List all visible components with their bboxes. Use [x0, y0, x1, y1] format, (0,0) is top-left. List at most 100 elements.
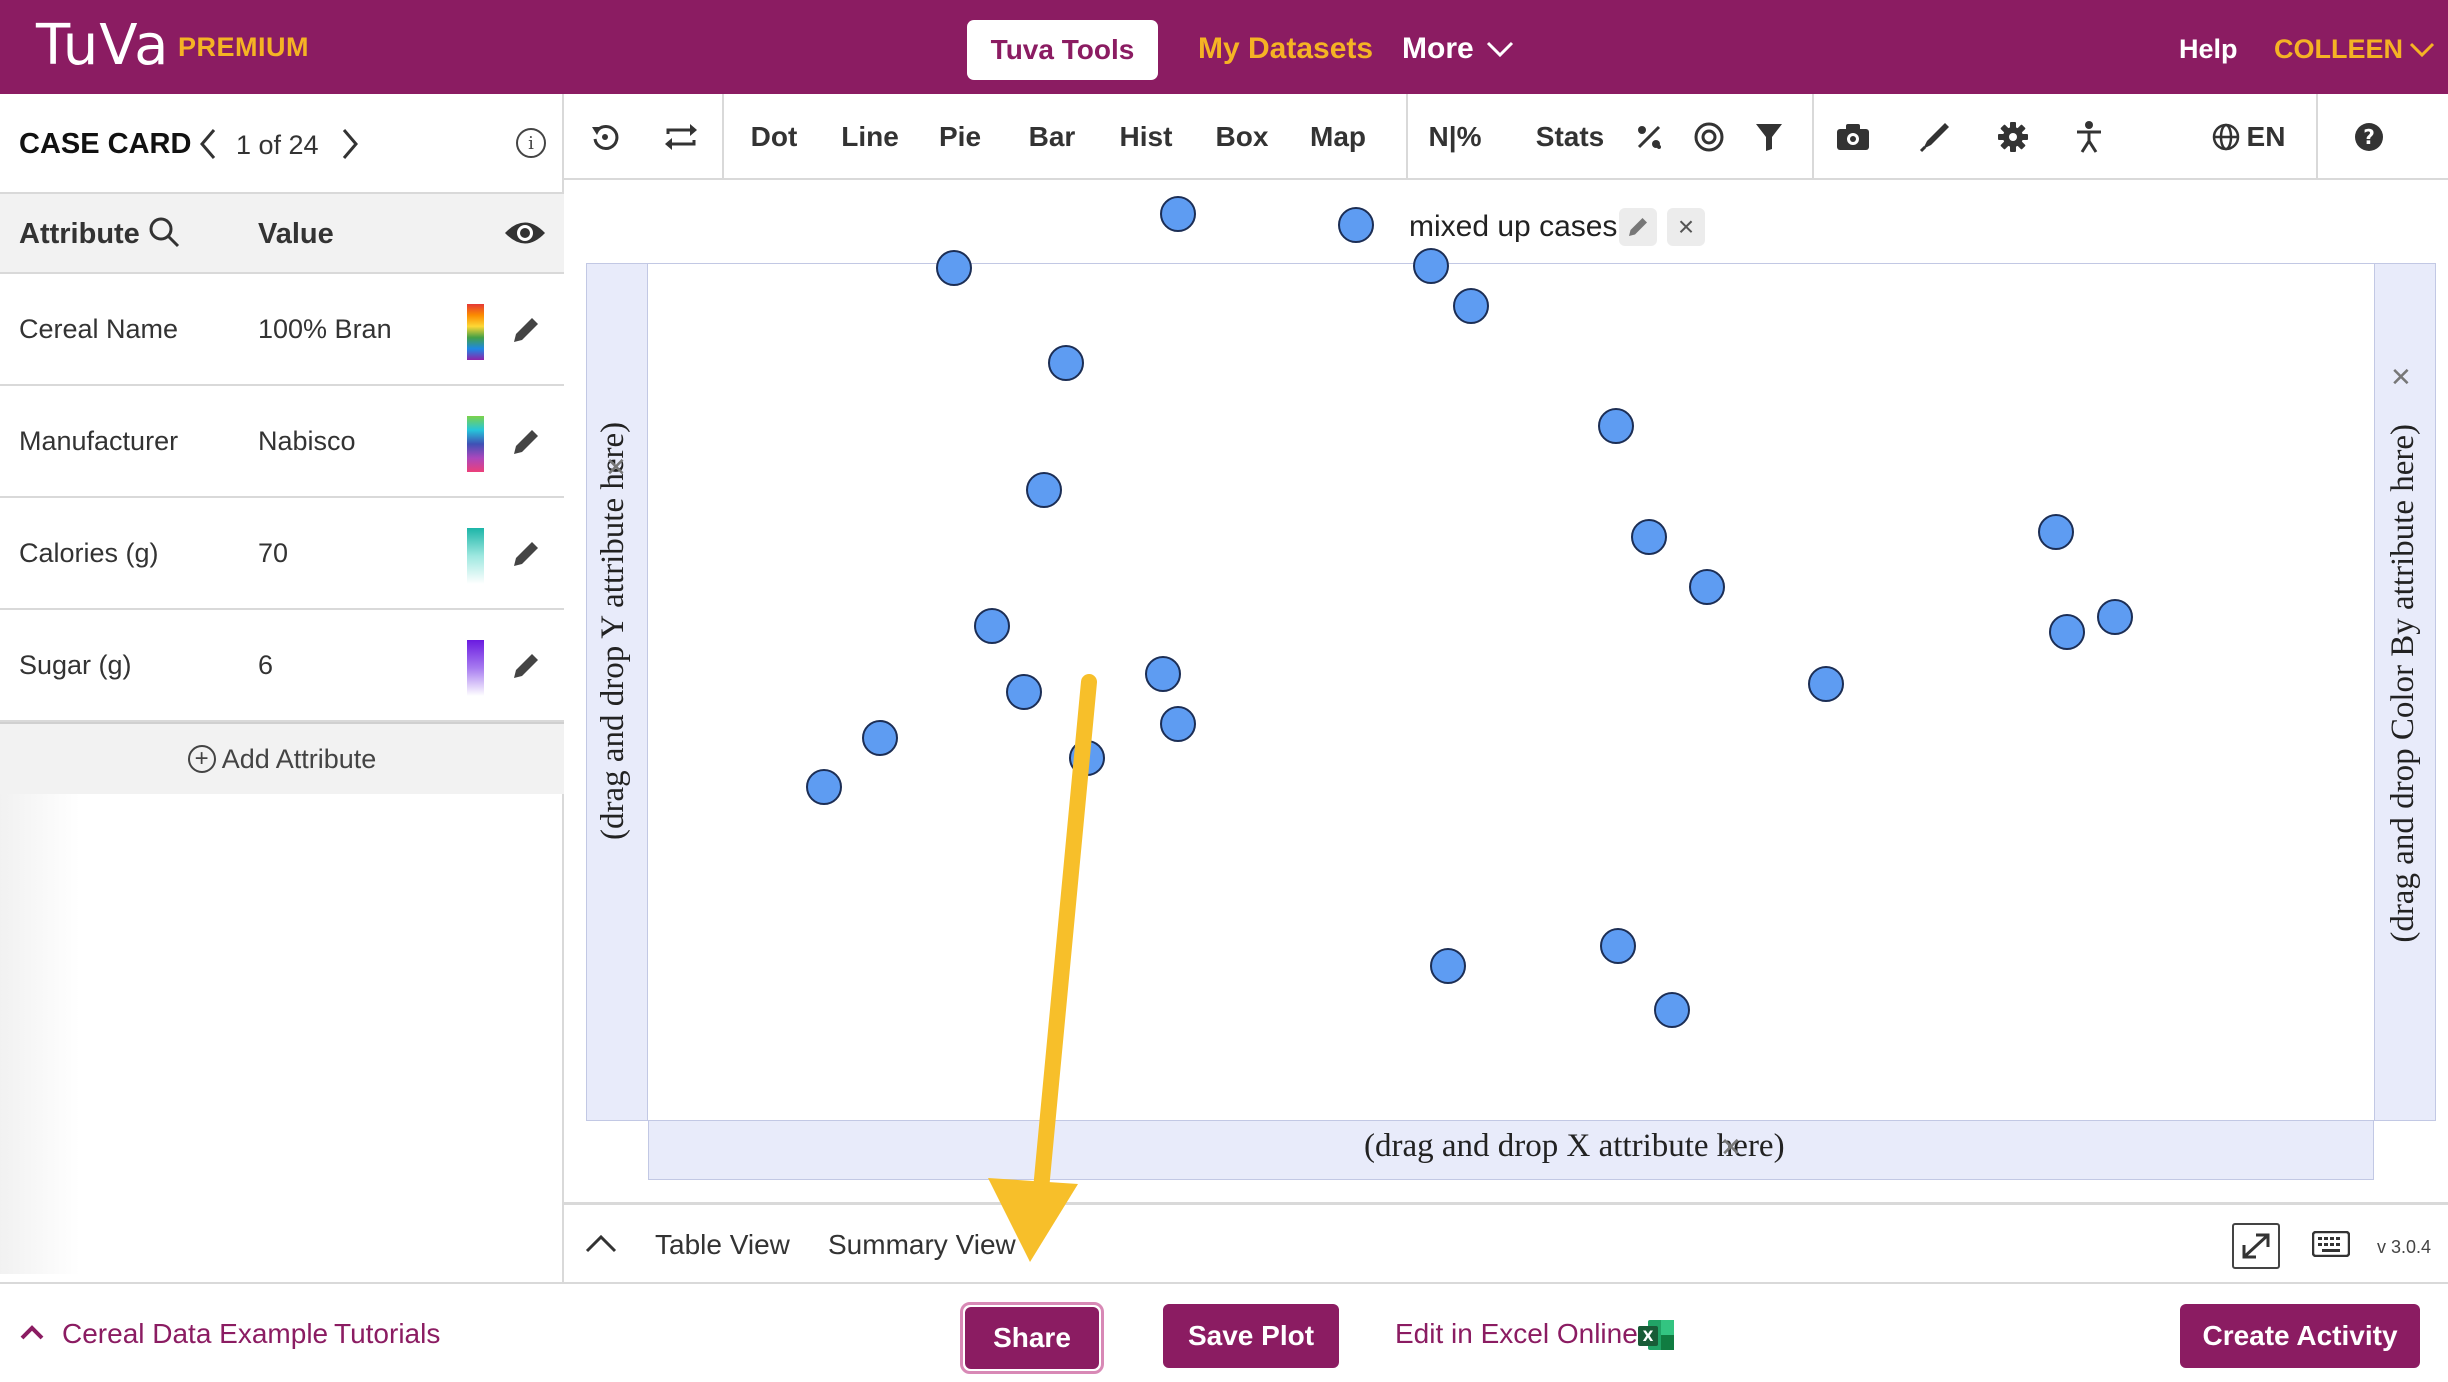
- next-case-icon[interactable]: [338, 126, 362, 162]
- data-point[interactable]: [862, 720, 898, 756]
- close-icon[interactable]: ✕: [2390, 362, 2412, 393]
- attribute-name: Cereal Name: [19, 314, 179, 344]
- data-point[interactable]: [1006, 674, 1042, 710]
- target-icon[interactable]: [1684, 94, 1734, 180]
- data-point[interactable]: [936, 250, 972, 286]
- data-point[interactable]: [974, 608, 1010, 644]
- language-button[interactable]: EN: [2198, 94, 2298, 180]
- close-icon[interactable]: ×: [1667, 208, 1705, 246]
- gear-icon[interactable]: [1988, 94, 2038, 180]
- color-scale-swatch[interactable]: [467, 304, 484, 360]
- data-point[interactable]: [1160, 706, 1196, 742]
- edit-in-excel-link[interactable]: Edit in Excel Online: [1395, 1318, 1638, 1350]
- attribute-header-row: Attribute Value: [0, 194, 564, 274]
- data-point[interactable]: [1631, 519, 1667, 555]
- summary-view-tab[interactable]: Summary View: [828, 1229, 1016, 1261]
- pencil-icon[interactable]: [510, 650, 542, 682]
- bar-chart-button[interactable]: Bar: [1014, 94, 1090, 180]
- dataset-link[interactable]: Cereal Data Example: [62, 1318, 328, 1350]
- tuva-tools-button[interactable]: Tuva Tools: [967, 20, 1158, 80]
- tuva-logo[interactable]: TuVa: [36, 16, 169, 76]
- data-point[interactable]: [2049, 614, 2085, 650]
- plot-title[interactable]: mixed up cases: [1409, 210, 1617, 244]
- attribute-value: 6: [258, 650, 274, 680]
- toolbar-divider: [2316, 94, 2318, 180]
- pencil-icon[interactable]: [510, 314, 542, 346]
- stats-button[interactable]: Stats: [1530, 94, 1610, 180]
- add-attribute-button[interactable]: + Add Attribute: [0, 722, 564, 794]
- attribute-row[interactable]: Sugar (g) 6: [0, 610, 564, 722]
- data-point[interactable]: [1069, 740, 1105, 776]
- map-button[interactable]: Map: [1298, 94, 1378, 180]
- chevron-down-icon: [1486, 41, 1513, 58]
- data-point[interactable]: [1600, 928, 1636, 964]
- count-percent-button[interactable]: N|%: [1418, 94, 1492, 180]
- more-label: More: [1402, 32, 1474, 65]
- pencil-icon[interactable]: [510, 426, 542, 458]
- case-card-panel: CASE CARD 1 of 24 i Attribute Value Cere…: [0, 94, 564, 1282]
- pencil-icon[interactable]: [1619, 208, 1657, 246]
- box-plot-button[interactable]: Box: [1204, 94, 1280, 180]
- data-point[interactable]: [1026, 472, 1062, 508]
- close-icon[interactable]: ✕: [1720, 1132, 1742, 1163]
- my-datasets-link[interactable]: My Datasets: [1198, 32, 1373, 66]
- panel-shadow: [0, 794, 80, 1274]
- search-icon[interactable]: [146, 214, 182, 250]
- table-view-tab[interactable]: Table View: [655, 1229, 790, 1261]
- data-point[interactable]: [1145, 656, 1181, 692]
- attribute-row[interactable]: Calories (g) 70: [0, 498, 564, 610]
- tutorials-link[interactable]: Tutorials: [334, 1318, 440, 1350]
- pie-chart-button[interactable]: Pie: [924, 94, 996, 180]
- expand-icon[interactable]: [2232, 1223, 2280, 1269]
- close-icon[interactable]: ✕: [605, 452, 627, 483]
- line-plot-button[interactable]: Line: [826, 94, 914, 180]
- caret-up-icon[interactable]: [20, 1324, 44, 1340]
- save-plot-button[interactable]: Save Plot: [1163, 1304, 1339, 1368]
- info-icon[interactable]: i: [516, 128, 546, 158]
- more-menu[interactable]: More: [1402, 32, 1514, 66]
- color-scale-swatch[interactable]: [467, 640, 484, 696]
- histogram-button[interactable]: Hist: [1104, 94, 1188, 180]
- scatter-plot-region[interactable]: [648, 263, 2374, 1121]
- attribute-row[interactable]: Manufacturer Nabisco: [0, 386, 564, 498]
- accessibility-icon[interactable]: [2064, 94, 2114, 180]
- draw-pen-icon[interactable]: [1910, 94, 1960, 180]
- camera-icon[interactable]: [1828, 94, 1878, 180]
- color-scale-swatch[interactable]: [467, 416, 484, 472]
- data-point[interactable]: [1598, 408, 1634, 444]
- data-point[interactable]: [2038, 514, 2074, 550]
- data-point[interactable]: [1430, 948, 1466, 984]
- attribute-row[interactable]: Cereal Name 100% Bran: [0, 274, 564, 386]
- data-point[interactable]: [1808, 666, 1844, 702]
- create-activity-button[interactable]: Create Activity: [2180, 1304, 2420, 1368]
- chevron-up-icon[interactable]: [584, 1227, 618, 1261]
- eye-icon[interactable]: [503, 218, 547, 248]
- swap-axes-icon[interactable]: [656, 94, 706, 180]
- color-scale-swatch[interactable]: [467, 528, 484, 584]
- percent-icon[interactable]: [1624, 94, 1674, 180]
- share-button[interactable]: Share: [965, 1307, 1099, 1369]
- toolbar-divider: [1812, 94, 1814, 180]
- previous-case-icon[interactable]: [196, 126, 220, 162]
- excel-icon[interactable]: X: [1636, 1318, 1676, 1352]
- data-point[interactable]: [2097, 599, 2133, 635]
- help-icon[interactable]: ?: [2344, 94, 2394, 180]
- dot-plot-button[interactable]: Dot: [734, 94, 814, 180]
- color-by-drop-text: (drag and drop Color By attribute here): [2385, 424, 2421, 943]
- data-point[interactable]: [1654, 992, 1690, 1028]
- data-point[interactable]: [1689, 569, 1725, 605]
- data-point[interactable]: [1338, 207, 1374, 243]
- data-point[interactable]: [806, 769, 842, 805]
- data-point[interactable]: [1453, 288, 1489, 324]
- data-point[interactable]: [1160, 196, 1196, 232]
- pencil-icon[interactable]: [510, 538, 542, 570]
- user-menu[interactable]: COLLEEN: [2274, 34, 2435, 65]
- filter-icon[interactable]: [1744, 94, 1794, 180]
- keyboard-icon[interactable]: [2312, 1231, 2350, 1257]
- help-link[interactable]: Help: [2179, 34, 2238, 65]
- attribute-value: Nabisco: [258, 426, 356, 456]
- data-point[interactable]: [1048, 345, 1084, 381]
- case-card-title: CASE CARD: [19, 128, 192, 160]
- data-point[interactable]: [1413, 248, 1449, 284]
- reset-icon[interactable]: [580, 94, 630, 180]
